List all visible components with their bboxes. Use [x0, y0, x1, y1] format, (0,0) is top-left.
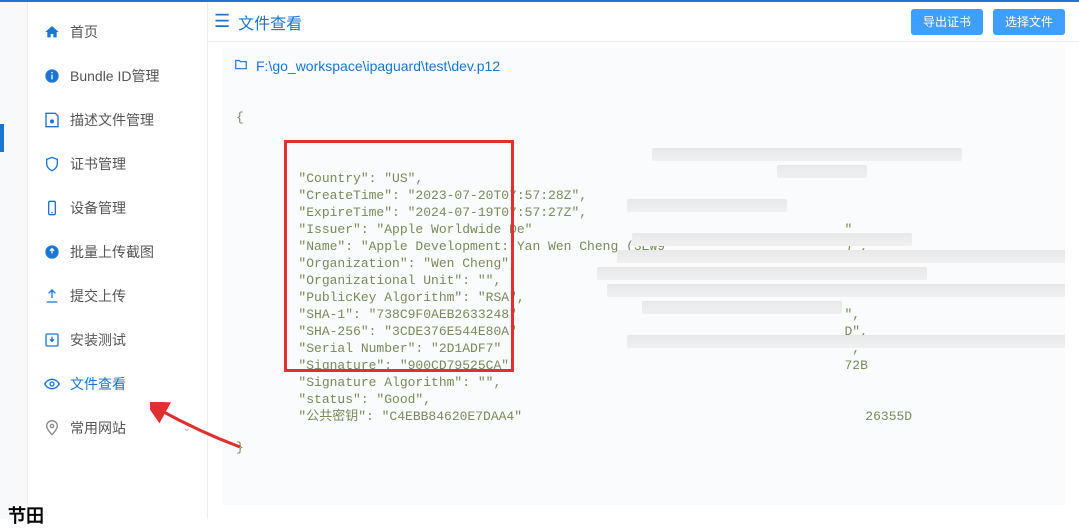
device-icon — [44, 200, 60, 216]
json-line: "Signature Algorithm": "", — [236, 374, 1051, 391]
file-content: { "Country": "US", "CreateTime": "2023-0… — [222, 83, 1065, 505]
rail-marker — [0, 124, 4, 152]
json-close-brace: } — [236, 440, 1051, 455]
sidebar-item-label: 文件查看 — [70, 374, 126, 394]
file-gear-icon — [44, 112, 60, 128]
chevron-down-icon: ⌄ — [183, 423, 191, 434]
sidebar-item-profile[interactable]: 描述文件管理 — [28, 98, 207, 142]
header: ☰ 文件查看 导出证书 选择文件 — [208, 2, 1079, 42]
info-icon — [44, 68, 60, 84]
folder-icon — [234, 57, 248, 74]
json-open-brace: { — [236, 110, 1051, 125]
upload-image-icon — [44, 244, 60, 260]
sidebar-item-label: 常用网站 — [70, 418, 126, 438]
sidebar-item-home[interactable]: 首页 — [28, 10, 207, 54]
select-file-button[interactable]: 选择文件 — [993, 9, 1065, 35]
sidebar-item-install[interactable]: 安装测试 — [28, 318, 207, 362]
upload-icon — [44, 288, 60, 304]
json-line: "公共密钥": "C4EBB84620E7DAA4" 26355D — [236, 408, 1051, 425]
sidebar-item-label: 设备管理 — [70, 198, 126, 218]
sidebar-item-label: 提交上传 — [70, 286, 126, 306]
file-path-text: F:\go_workspace\ipaguard\test\dev.p12 — [256, 58, 500, 74]
sidebar-item-websites[interactable]: 常用网站 ⌄ — [28, 406, 207, 450]
sidebar-item-label: 安装测试 — [70, 330, 126, 350]
sidebar-item-file-view[interactable]: 文件查看 — [28, 362, 207, 406]
sidebar-item-label: 批量上传截图 — [70, 242, 154, 262]
sidebar-item-label: 首页 — [70, 22, 98, 42]
install-icon — [44, 332, 60, 348]
file-path-bar: F:\go_workspace\ipaguard\test\dev.p12 — [222, 48, 1065, 83]
export-cert-button[interactable]: 导出证书 — [911, 9, 983, 35]
json-line: "Signature": "900CD79525CA" 72B — [236, 357, 1051, 374]
location-icon — [44, 420, 60, 436]
main-panel: ☰ 文件查看 导出证书 选择文件 F:\go_workspace\ipaguar… — [208, 2, 1079, 519]
stray-bottom-text: 节田 — [8, 502, 44, 528]
sidebar-item-submit[interactable]: 提交上传 — [28, 274, 207, 318]
sidebar-item-bundle-id[interactable]: Bundle ID管理 — [28, 54, 207, 98]
json-line: "Country": "US", — [236, 170, 1051, 187]
sidebar-item-label: 证书管理 — [70, 154, 126, 174]
sidebar-item-label: 描述文件管理 — [70, 110, 154, 130]
shield-icon — [44, 156, 60, 172]
sidebar-item-label: Bundle ID管理 — [70, 66, 159, 86]
menu-icon[interactable]: ☰ — [214, 11, 230, 32]
page-title: 文件查看 — [238, 10, 302, 34]
sidebar-item-cert[interactable]: 证书管理 — [28, 142, 207, 186]
sidebar-item-batch-upload[interactable]: 批量上传截图 — [28, 230, 207, 274]
home-icon — [44, 24, 60, 40]
json-line: "status": "Good", — [236, 391, 1051, 408]
sidebar-item-device[interactable]: 设备管理 — [28, 186, 207, 230]
json-body: "Country": "US", "CreateTime": "2023-07-… — [236, 140, 1051, 425]
left-rail — [0, 2, 28, 519]
sidebar: 首页 Bundle ID管理 描述文件管理 证书管理 设备管理 批量上传截图 提… — [28, 2, 208, 519]
eye-icon — [44, 376, 60, 392]
